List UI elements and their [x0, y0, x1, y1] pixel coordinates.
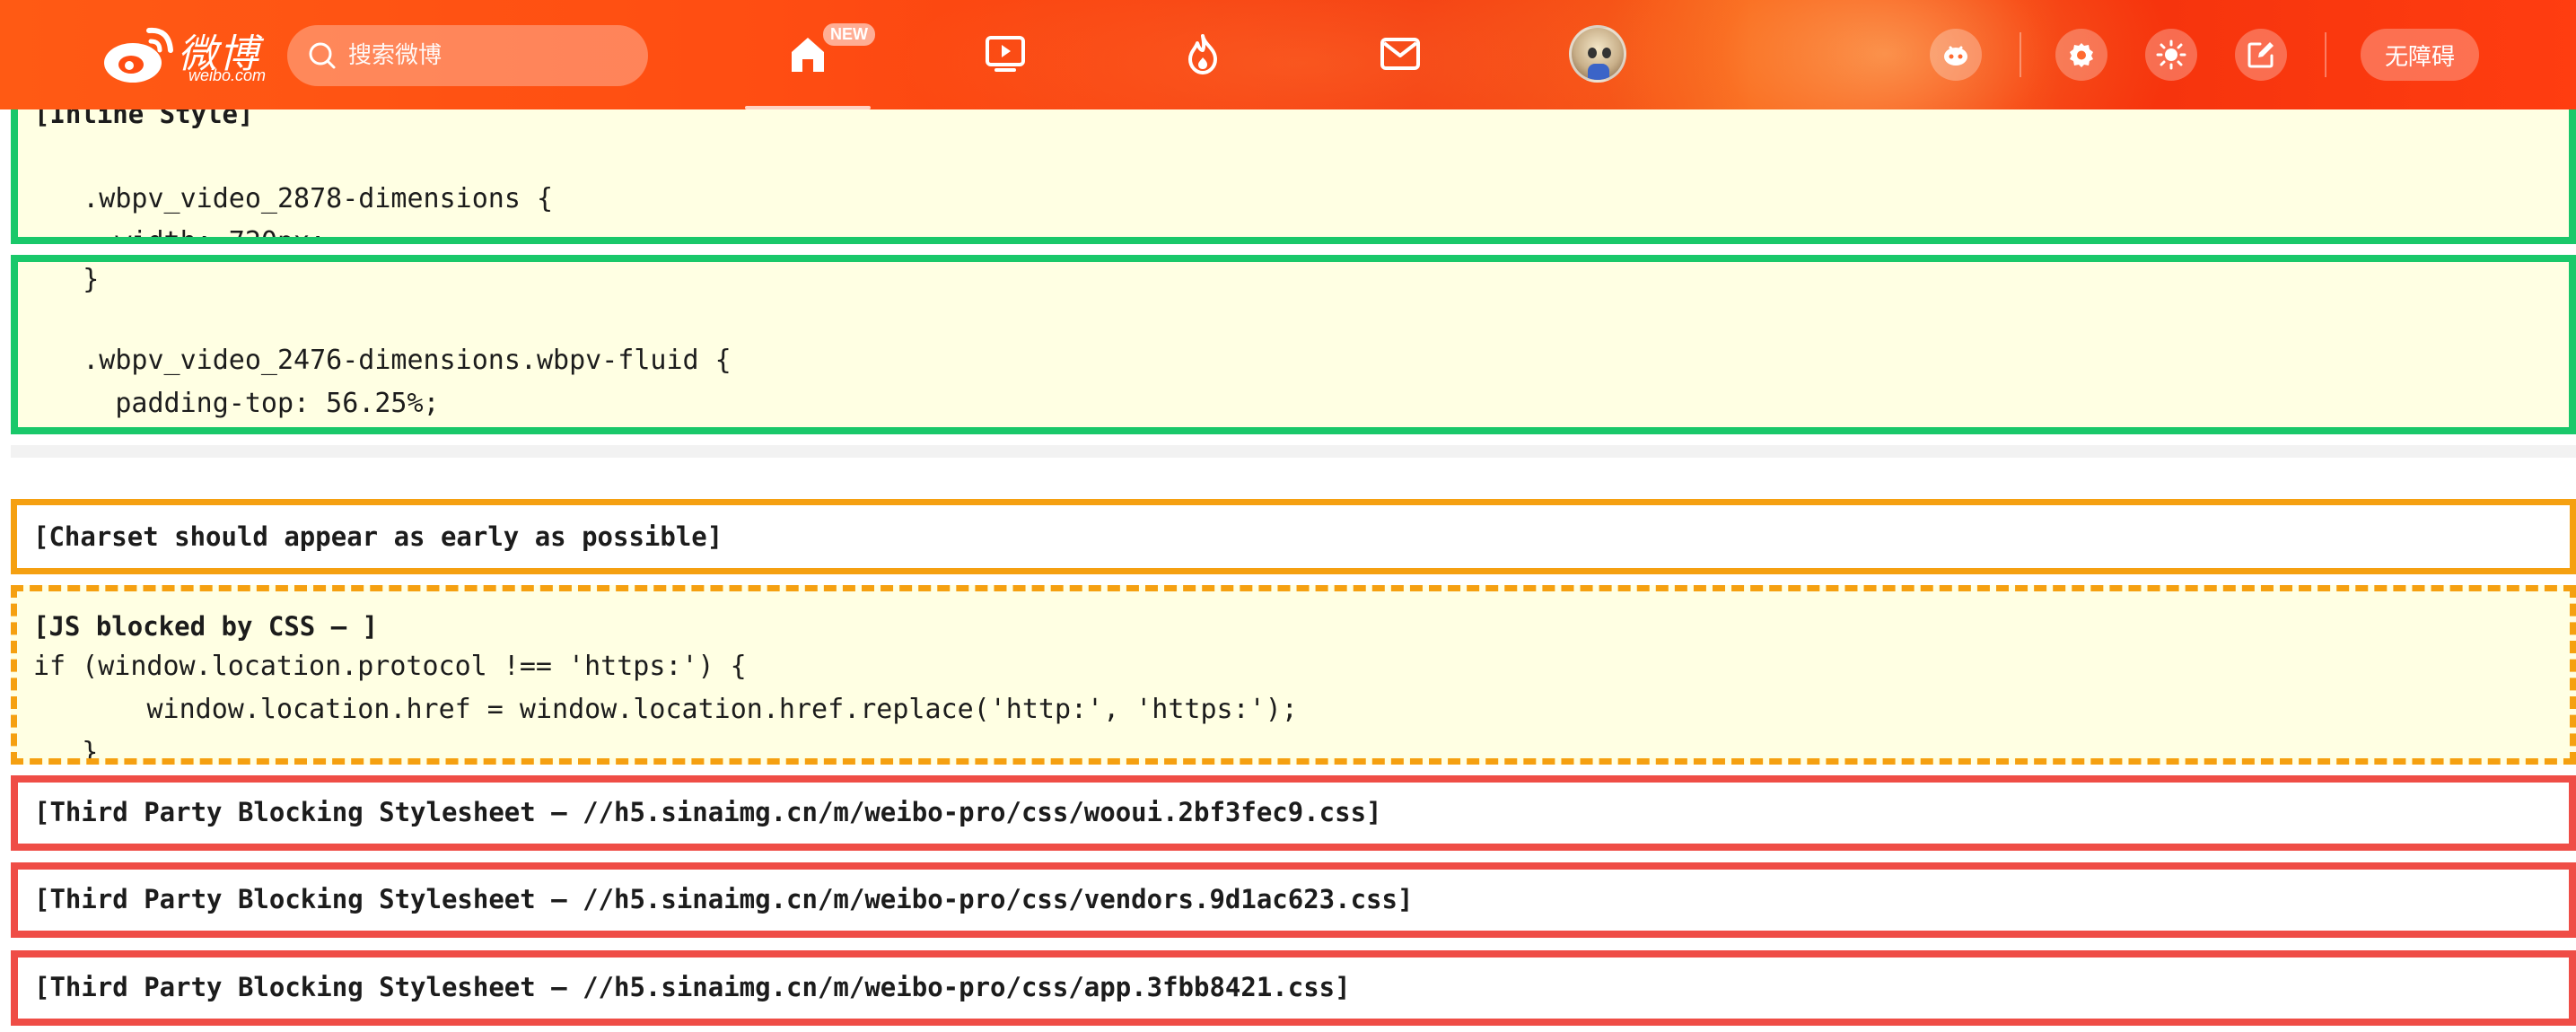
block-title: [Third Party Blocking Stylesheet — //h5.… — [34, 797, 1382, 827]
block-title: [Third Party Blocking Stylesheet — //h5.… — [34, 884, 1414, 914]
user-avatar[interactable] — [1569, 25, 1626, 83]
nav-hot[interactable] — [1162, 18, 1243, 90]
code-line: padding-top: 56.25%; — [18, 388, 440, 419]
block-title: [JS blocked by CSS — ] — [33, 611, 379, 642]
code-line: } — [18, 264, 100, 295]
top-navigation-bar: 微博 weibo.com NEW — [0, 0, 2576, 109]
code-line: .wbpv_video_2476-dimensions.wbpv-fluid { — [18, 345, 732, 376]
game-button[interactable] — [1930, 29, 1982, 81]
code-line: if (window.location.protocol !== 'https:… — [33, 651, 747, 682]
compose-icon — [2247, 42, 2274, 68]
third-party-stylesheet-block: [Third Party Blocking Stylesheet — //h5.… — [11, 862, 2576, 938]
code-line: } — [17, 737, 99, 765]
brightness-icon — [2156, 39, 2186, 70]
avatar-eye — [1602, 48, 1611, 58]
code-line: .wbpv_video_2878-dimensions { — [18, 183, 554, 214]
code-line: window.location.href = window.location.h… — [17, 694, 1298, 725]
search-input[interactable] — [348, 42, 635, 69]
inline-style-block: [Inline Style] .wbpv_video_2878-dimensio… — [11, 90, 2576, 244]
weibo-logo[interactable]: 微博 weibo.com — [102, 20, 273, 90]
hot-icon — [1188, 34, 1217, 74]
third-party-stylesheet-block: [Third Party Blocking Stylesheet — //h5.… — [11, 775, 2576, 851]
block-title: [Third Party Blocking Stylesheet — //h5.… — [34, 972, 1351, 1002]
video-icon — [986, 36, 1025, 72]
avatar-eye — [1588, 48, 1597, 58]
weibo-logo-icon — [104, 27, 173, 83]
block-title: [Charset should appear as early as possi… — [33, 521, 723, 552]
accessibility-button[interactable]: 无障碍 — [2361, 29, 2479, 81]
theme-toggle-button[interactable] — [2145, 29, 2197, 81]
compose-button[interactable] — [2235, 29, 2287, 81]
js-blocked-block: [JS blocked by CSS — ] if (window.locati… — [11, 585, 2576, 765]
header-divider — [2020, 32, 2021, 77]
game-icon — [1944, 46, 1967, 66]
nav-video[interactable] — [965, 18, 1046, 90]
third-party-stylesheet-block: [Third Party Blocking Stylesheet — //h5.… — [11, 950, 2576, 1026]
charset-warning-block: [Charset should appear as early as possi… — [11, 499, 2576, 574]
logo-domain: weibo.com — [188, 66, 267, 84]
settings-icon — [2070, 43, 2093, 67]
mail-icon — [1380, 38, 1420, 70]
settings-button[interactable] — [2055, 29, 2107, 81]
nav-messages[interactable] — [1360, 18, 1441, 90]
search-icon — [309, 42, 336, 69]
new-badge: NEW — [823, 23, 875, 46]
header-divider — [2325, 32, 2326, 77]
divider — [11, 445, 2576, 458]
code-line: width: 720px; — [18, 226, 327, 244]
inline-style-block: } .wbpv_video_2476-dimensions.wbpv-fluid… — [11, 255, 2576, 434]
avatar-body — [1588, 64, 1609, 80]
nav-home[interactable]: NEW — [745, 18, 875, 109]
search-box[interactable] — [287, 25, 648, 86]
